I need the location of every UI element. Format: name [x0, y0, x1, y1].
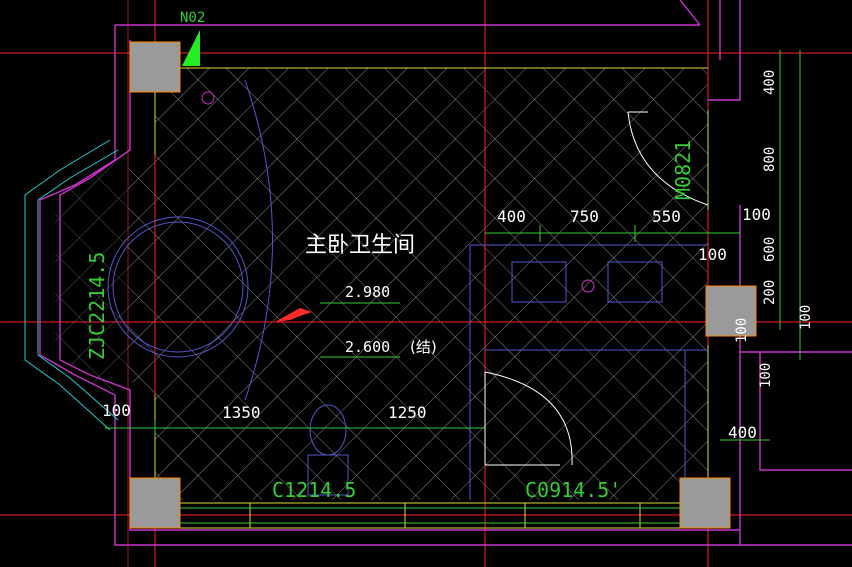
cad-floor-plan: N02 主卧卫生间 2.980 2.600 (结) 400 750 550 10… — [0, 0, 852, 567]
level-2: 2.600 — [345, 338, 390, 356]
dim-bottom-right-400: 400 — [728, 423, 757, 442]
dim-right-v-1: 400 — [762, 70, 778, 95]
dim-right-v-2: 800 — [762, 147, 778, 172]
room-name: 主卧卫生间 — [305, 233, 415, 258]
dim-bottom-1: 1350 — [222, 403, 261, 422]
axis-marker — [182, 30, 200, 66]
door-bottom: C0914.5' — [525, 478, 621, 502]
dim-right-v-4: 600 — [762, 237, 778, 262]
dim-right-100-c: 100 — [758, 363, 774, 388]
dim-bottom-2: 1250 — [388, 403, 427, 422]
dim-right-100: 100 — [698, 245, 727, 264]
dim-right-v-5: 200 — [762, 280, 778, 305]
dim-top-3: 550 — [652, 207, 681, 226]
dim-top-1: 400 — [497, 207, 526, 226]
window-bottom-left: C1214.5 — [272, 478, 356, 502]
dim-top-2: 750 — [570, 207, 599, 226]
dim-right-v-7: 100 — [734, 318, 750, 343]
axis-tag: N02 — [180, 10, 205, 26]
window-left-bay: ZJC2214.5 — [85, 252, 109, 360]
dim-left-100: 100 — [102, 401, 131, 420]
door-top-right: M0821 — [671, 140, 695, 200]
dim-right-v-6: 100 — [798, 305, 814, 330]
level-2-note: (结) — [410, 338, 437, 356]
level-1: 2.980 — [345, 283, 390, 301]
